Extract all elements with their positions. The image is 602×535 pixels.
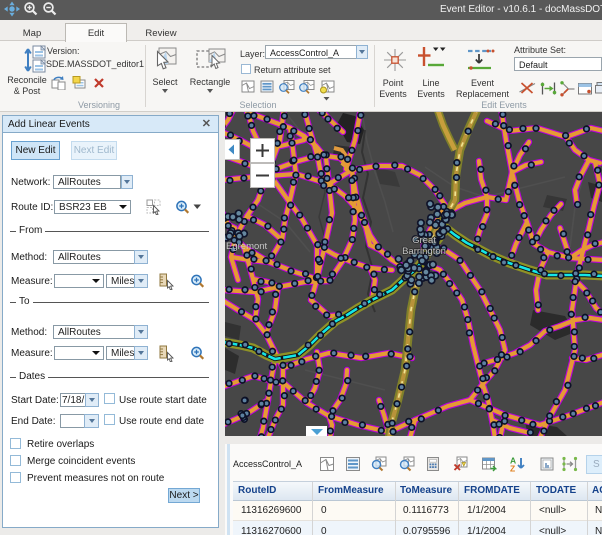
svg-text:Barrington: Barrington <box>402 246 446 257</box>
svg-text:Great: Great <box>412 235 436 246</box>
svg-text:Egremont: Egremont <box>226 241 268 252</box>
svg-text:Z: Z <box>510 464 515 473</box>
